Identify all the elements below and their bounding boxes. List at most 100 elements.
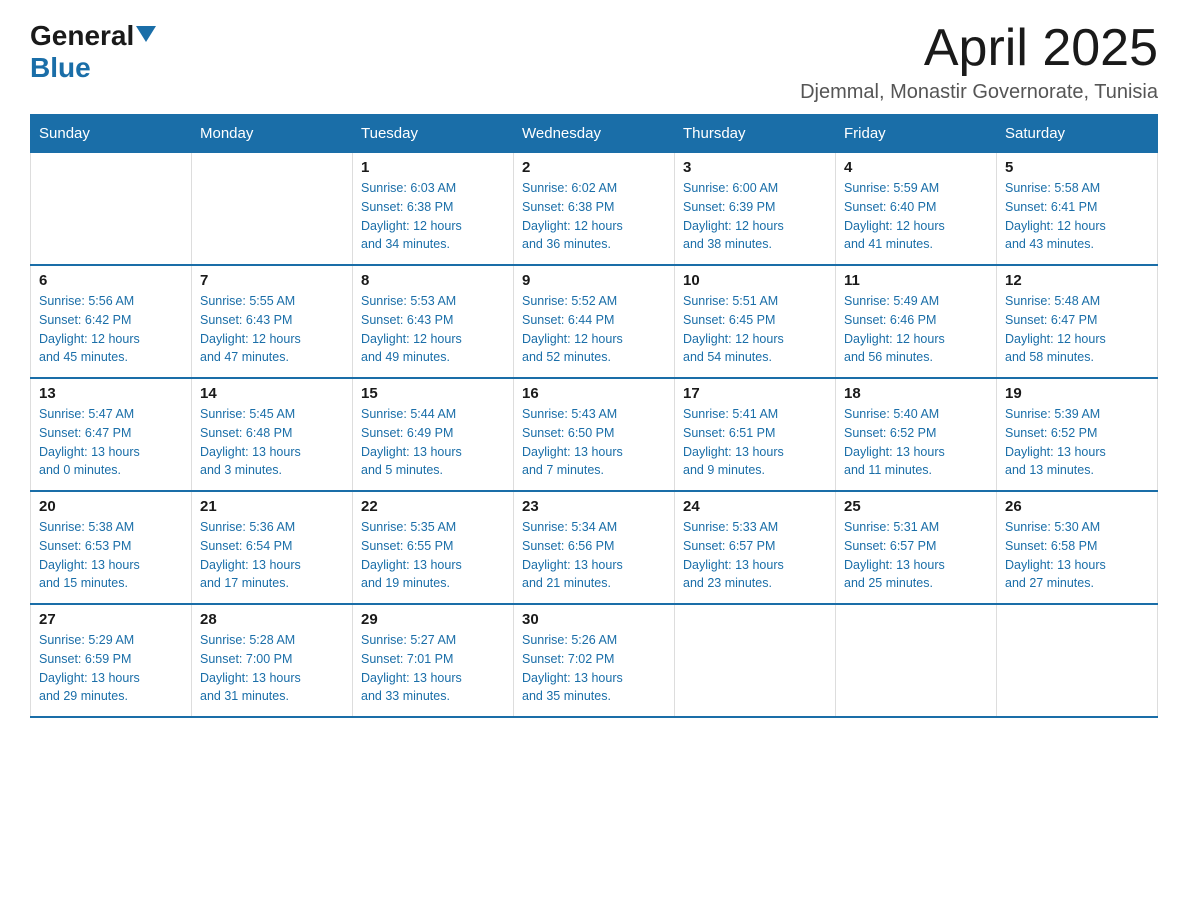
- day-info: Sunrise: 5:52 AM Sunset: 6:44 PM Dayligh…: [522, 292, 666, 367]
- day-number: 27: [39, 611, 183, 628]
- weekday-header-friday: Friday: [836, 115, 997, 153]
- day-info: Sunrise: 5:51 AM Sunset: 6:45 PM Dayligh…: [683, 292, 827, 367]
- calendar-cell: 12 Sunrise: 5:48 AM Sunset: 6:47 PM Dayli…: [997, 265, 1158, 378]
- day-number: 18: [844, 385, 988, 402]
- calendar-cell: 23 Sunrise: 5:34 AM Sunset: 6:56 PM Dayli…: [514, 491, 675, 604]
- day-info: Sunrise: 5:35 AM Sunset: 6:55 PM Dayligh…: [361, 518, 505, 593]
- calendar-cell: 22Sunrise: 5:35 AM Sunset: 6:55 PM Dayli…: [353, 491, 514, 604]
- day-info: Sunrise: 5:39 AM Sunset: 6:52 PM Dayligh…: [1005, 405, 1149, 480]
- day-number: 10: [683, 272, 827, 289]
- calendar-cell: 6Sunrise: 5:56 AM Sunset: 6:42 PM Daylig…: [31, 265, 192, 378]
- calendar-cell: 7Sunrise: 5:55 AM Sunset: 6:43 PM Daylig…: [192, 265, 353, 378]
- calendar-cell: 18 Sunrise: 5:40 AM Sunset: 6:52 PM Dayli…: [836, 378, 997, 491]
- day-info: Sunrise: 5:28 AM Sunset: 7:00 PM Dayligh…: [200, 631, 344, 706]
- day-number: 19: [1005, 385, 1149, 402]
- day-info: Sunrise: 6:02 AM Sunset: 6:38 PM Dayligh…: [522, 179, 666, 254]
- logo-blue-text: Blue: [30, 52, 91, 84]
- calendar-cell: 28 Sunrise: 5:28 AM Sunset: 7:00 PM Dayli…: [192, 604, 353, 717]
- day-info: Sunrise: 5:33 AM Sunset: 6:57 PM Dayligh…: [683, 518, 827, 593]
- day-number: 1: [361, 159, 505, 176]
- calendar-cell: 20 Sunrise: 5:38 AM Sunset: 6:53 PM Dayli…: [31, 491, 192, 604]
- calendar-cell: 25 Sunrise: 5:31 AM Sunset: 6:57 PM Dayli…: [836, 491, 997, 604]
- day-info: Sunrise: 5:58 AM Sunset: 6:41 PM Dayligh…: [1005, 179, 1149, 254]
- calendar-cell: 26 Sunrise: 5:30 AM Sunset: 6:58 PM Dayli…: [997, 491, 1158, 604]
- calendar-cell: 14Sunrise: 5:45 AM Sunset: 6:48 PM Dayli…: [192, 378, 353, 491]
- calendar-cell: 9 Sunrise: 5:52 AM Sunset: 6:44 PM Daylig…: [514, 265, 675, 378]
- day-number: 2: [522, 159, 666, 176]
- day-number: 13: [39, 385, 183, 402]
- day-number: 26: [1005, 498, 1149, 515]
- day-info: Sunrise: 5:44 AM Sunset: 6:49 PM Dayligh…: [361, 405, 505, 480]
- day-number: 12: [1005, 272, 1149, 289]
- page-header: General Blue April 2025 Djemmal, Monasti…: [30, 20, 1158, 104]
- day-info: Sunrise: 5:31 AM Sunset: 6:57 PM Dayligh…: [844, 518, 988, 593]
- day-info: Sunrise: 5:34 AM Sunset: 6:56 PM Dayligh…: [522, 518, 666, 593]
- day-number: 20: [39, 498, 183, 515]
- weekday-header-tuesday: Tuesday: [353, 115, 514, 153]
- calendar-cell: [836, 604, 997, 717]
- day-info: Sunrise: 5:47 AM Sunset: 6:47 PM Dayligh…: [39, 405, 183, 480]
- calendar-cell: [675, 604, 836, 717]
- logo-general-text: General: [30, 20, 134, 52]
- calendar-week-row: 1 Sunrise: 6:03 AM Sunset: 6:38 PM Daylig…: [31, 153, 1158, 266]
- calendar-cell: 16 Sunrise: 5:43 AM Sunset: 6:50 PM Dayli…: [514, 378, 675, 491]
- calendar-week-row: 20 Sunrise: 5:38 AM Sunset: 6:53 PM Dayli…: [31, 491, 1158, 604]
- day-info: Sunrise: 5:27 AM Sunset: 7:01 PM Dayligh…: [361, 631, 505, 706]
- day-info: Sunrise: 5:43 AM Sunset: 6:50 PM Dayligh…: [522, 405, 666, 480]
- day-number: 4: [844, 159, 988, 176]
- day-number: 9: [522, 272, 666, 289]
- day-info: Sunrise: 5:26 AM Sunset: 7:02 PM Dayligh…: [522, 631, 666, 706]
- calendar-cell: 21 Sunrise: 5:36 AM Sunset: 6:54 PM Dayli…: [192, 491, 353, 604]
- day-number: 11: [844, 272, 988, 289]
- calendar-cell: 1 Sunrise: 6:03 AM Sunset: 6:38 PM Daylig…: [353, 153, 514, 266]
- calendar-cell: 24Sunrise: 5:33 AM Sunset: 6:57 PM Dayli…: [675, 491, 836, 604]
- day-info: Sunrise: 5:40 AM Sunset: 6:52 PM Dayligh…: [844, 405, 988, 480]
- day-info: Sunrise: 6:03 AM Sunset: 6:38 PM Dayligh…: [361, 179, 505, 254]
- weekday-header-saturday: Saturday: [997, 115, 1158, 153]
- calendar-header-row: SundayMondayTuesdayWednesdayThursdayFrid…: [31, 115, 1158, 153]
- day-info: Sunrise: 5:41 AM Sunset: 6:51 PM Dayligh…: [683, 405, 827, 480]
- day-number: 3: [683, 159, 827, 176]
- calendar-cell: 3Sunrise: 6:00 AM Sunset: 6:39 PM Daylig…: [675, 153, 836, 266]
- calendar-week-row: 27 Sunrise: 5:29 AM Sunset: 6:59 PM Dayli…: [31, 604, 1158, 717]
- weekday-header-sunday: Sunday: [31, 115, 192, 153]
- day-info: Sunrise: 5:59 AM Sunset: 6:40 PM Dayligh…: [844, 179, 988, 254]
- calendar-cell: 30 Sunrise: 5:26 AM Sunset: 7:02 PM Dayli…: [514, 604, 675, 717]
- calendar-cell: 10 Sunrise: 5:51 AM Sunset: 6:45 PM Dayli…: [675, 265, 836, 378]
- calendar-cell: 8 Sunrise: 5:53 AM Sunset: 6:43 PM Daylig…: [353, 265, 514, 378]
- day-info: Sunrise: 5:36 AM Sunset: 6:54 PM Dayligh…: [200, 518, 344, 593]
- day-info: Sunrise: 5:30 AM Sunset: 6:58 PM Dayligh…: [1005, 518, 1149, 593]
- day-number: 8: [361, 272, 505, 289]
- calendar-cell: 11Sunrise: 5:49 AM Sunset: 6:46 PM Dayli…: [836, 265, 997, 378]
- day-info: Sunrise: 5:38 AM Sunset: 6:53 PM Dayligh…: [39, 518, 183, 593]
- day-info: Sunrise: 5:48 AM Sunset: 6:47 PM Dayligh…: [1005, 292, 1149, 367]
- day-number: 23: [522, 498, 666, 515]
- day-number: 5: [1005, 159, 1149, 176]
- day-number: 25: [844, 498, 988, 515]
- calendar-cell: [192, 153, 353, 266]
- calendar-cell: [31, 153, 192, 266]
- calendar-cell: 15Sunrise: 5:44 AM Sunset: 6:49 PM Dayli…: [353, 378, 514, 491]
- day-number: 30: [522, 611, 666, 628]
- calendar-table: SundayMondayTuesdayWednesdayThursdayFrid…: [30, 114, 1158, 718]
- calendar-cell: 17Sunrise: 5:41 AM Sunset: 6:51 PM Dayli…: [675, 378, 836, 491]
- calendar-week-row: 13 Sunrise: 5:47 AM Sunset: 6:47 PM Dayli…: [31, 378, 1158, 491]
- day-number: 7: [200, 272, 344, 289]
- day-info: Sunrise: 5:29 AM Sunset: 6:59 PM Dayligh…: [39, 631, 183, 706]
- day-info: Sunrise: 5:56 AM Sunset: 6:42 PM Dayligh…: [39, 292, 183, 367]
- calendar-cell: 27 Sunrise: 5:29 AM Sunset: 6:59 PM Dayli…: [31, 604, 192, 717]
- day-number: 28: [200, 611, 344, 628]
- calendar-cell: 19 Sunrise: 5:39 AM Sunset: 6:52 PM Dayli…: [997, 378, 1158, 491]
- day-number: 21: [200, 498, 344, 515]
- day-number: 29: [361, 611, 505, 628]
- calendar-subtitle: Djemmal, Monastir Governorate, Tunisia: [800, 81, 1158, 104]
- logo-triangle-icon: [136, 26, 156, 42]
- calendar-cell: [997, 604, 1158, 717]
- weekday-header-thursday: Thursday: [675, 115, 836, 153]
- calendar-week-row: 6Sunrise: 5:56 AM Sunset: 6:42 PM Daylig…: [31, 265, 1158, 378]
- calendar-cell: 4 Sunrise: 5:59 AM Sunset: 6:40 PM Daylig…: [836, 153, 997, 266]
- day-number: 14: [200, 385, 344, 402]
- calendar-title: April 2025: [800, 20, 1158, 77]
- day-info: Sunrise: 5:53 AM Sunset: 6:43 PM Dayligh…: [361, 292, 505, 367]
- day-number: 16: [522, 385, 666, 402]
